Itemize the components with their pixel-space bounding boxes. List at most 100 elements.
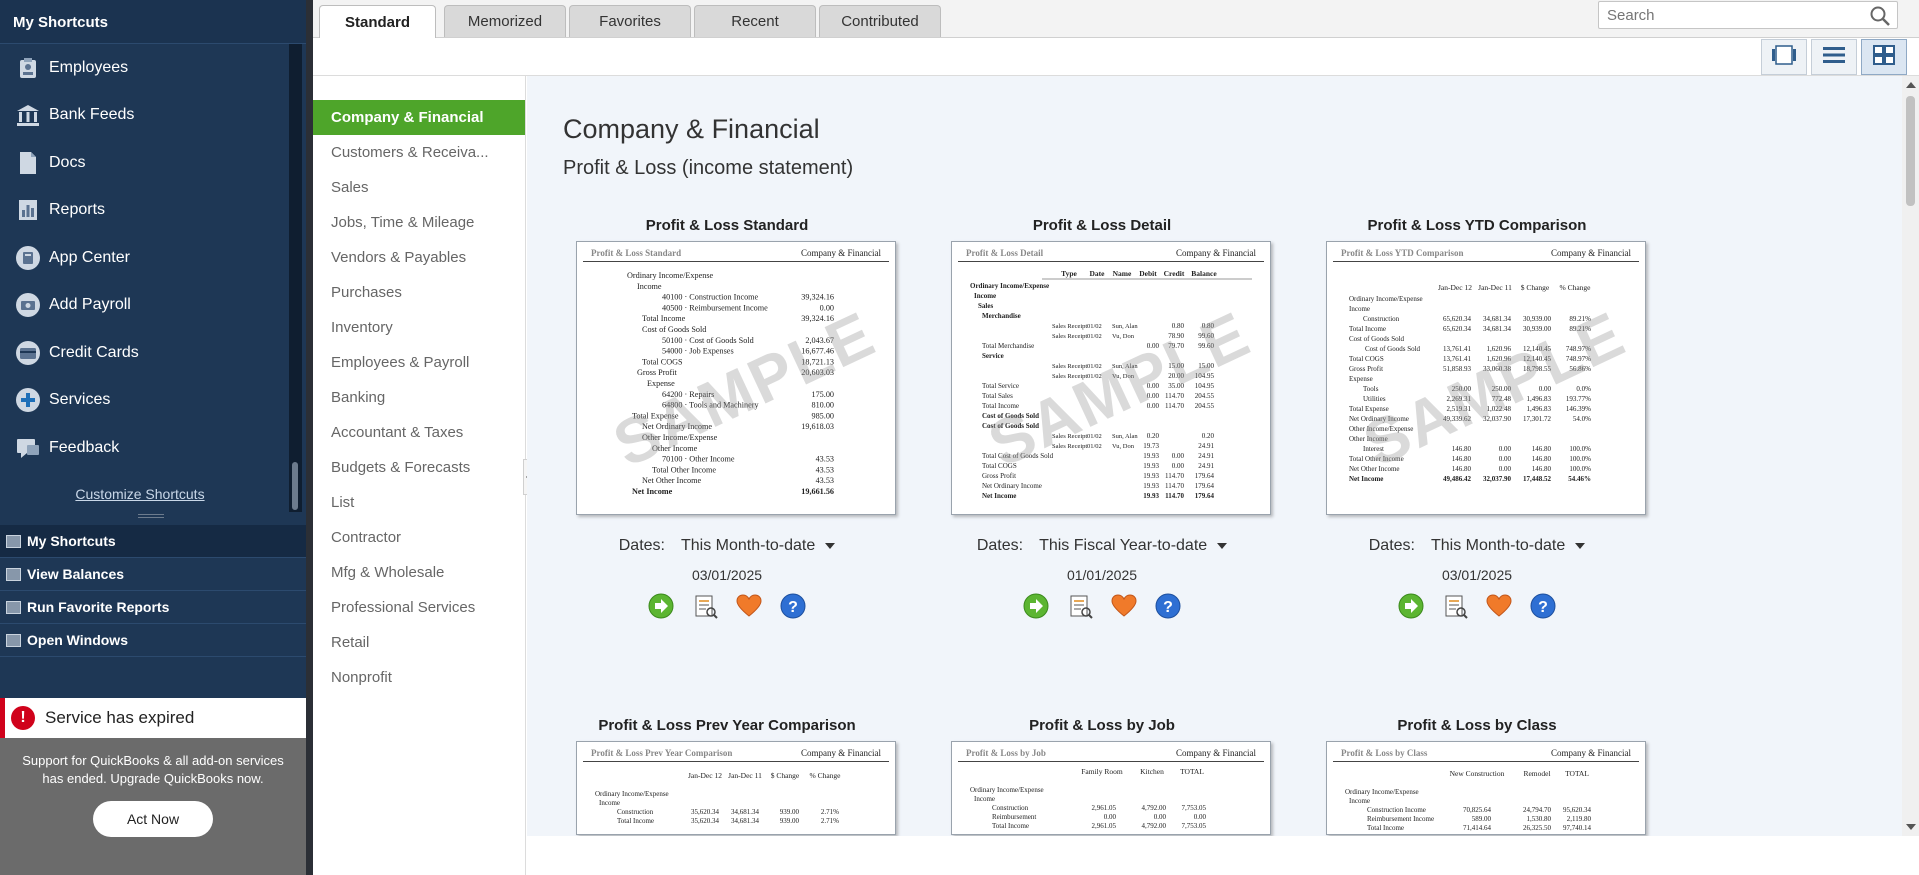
category-item[interactable]: Inventory: [313, 310, 525, 345]
thumb-row-label: Total Income: [1367, 824, 1404, 832]
thumb-cell: 32,037.90: [1483, 415, 1512, 423]
shortcut-bank-feeds[interactable]: Bank Feeds: [0, 92, 290, 140]
shortcut-employees[interactable]: Employees: [0, 44, 290, 92]
view-balances-icon: [6, 567, 21, 581]
thumb-cell: 146.80: [1452, 465, 1472, 473]
category-item[interactable]: Contractor: [313, 520, 525, 555]
category-item[interactable]: Customers & Receiva...: [313, 135, 525, 170]
category-item[interactable]: Budgets & Forecasts: [313, 450, 525, 485]
panel-resize-handle[interactable]: [0, 512, 306, 522]
thumb-row-label: Cost of Goods Sold: [1349, 335, 1405, 343]
favorite-button[interactable]: [1110, 592, 1138, 620]
help-button[interactable]: ?: [1154, 592, 1182, 620]
help-button[interactable]: ?: [779, 592, 807, 620]
scrollbar-thumb[interactable]: [292, 462, 298, 510]
category-item[interactable]: Jobs, Time & Mileage: [313, 205, 525, 240]
thumb-cell: 2,961.05: [1092, 804, 1117, 812]
list-view-button[interactable]: [1811, 39, 1857, 75]
report-info-button[interactable]: [1441, 592, 1469, 620]
grid-view-button[interactable]: [1861, 39, 1907, 75]
category-item[interactable]: Accountant & Taxes: [313, 415, 525, 450]
report-info-icon: [695, 595, 718, 619]
category-item[interactable]: List: [313, 485, 525, 520]
report-thumbnail[interactable]: Profit & Loss by Class Company & Financia…: [1326, 741, 1646, 835]
thumb-row-value: 175.00: [811, 390, 834, 399]
thumb-row-label: Net Income: [982, 492, 1016, 500]
favorite-button[interactable]: [1485, 592, 1513, 620]
category-item[interactable]: Nonprofit: [313, 660, 525, 695]
thumb-cell: 19.93: [1143, 482, 1159, 490]
thumb-row-label: Cost of Goods Sold: [1365, 345, 1421, 353]
report-actions: ?: [562, 592, 892, 620]
category-item[interactable]: Vendors & Payables: [313, 240, 525, 275]
search-input[interactable]: [1607, 3, 1867, 27]
dates-dropdown[interactable]: This Fiscal Year-to-date: [1039, 537, 1228, 555]
shortcut-label: Feedback: [49, 438, 120, 456]
shortcut-add-payroll[interactable]: Add Payroll: [0, 282, 290, 330]
report-card-pl-prev-year: Profit & Loss Prev Year Comparison Profi…: [562, 717, 896, 835]
nav-open-windows[interactable]: Open Windows: [0, 624, 306, 657]
thumb-report-name: Profit & Loss Detail: [966, 248, 1044, 258]
category-item[interactable]: Banking: [313, 380, 525, 415]
thumb-col-header: Name: [1113, 269, 1132, 278]
run-report-button[interactable]: [647, 592, 675, 620]
shortcut-app-center[interactable]: App Center: [0, 234, 290, 282]
thumb-preview: Family Room Kitchen TOTAL Ordinary Income/E…: [970, 767, 1207, 830]
thumb-cell: 19.93: [1143, 472, 1159, 480]
nav-run-favorite-reports[interactable]: Run Favorite Reports: [0, 591, 306, 624]
run-report-button[interactable]: [1397, 592, 1425, 620]
tab-memorized[interactable]: Memorized: [444, 5, 566, 37]
shortcut-services[interactable]: Services: [0, 377, 290, 425]
thumb-cell: 30,939.00: [1523, 325, 1552, 333]
shortcut-credit-cards[interactable]: Credit Cards: [0, 329, 290, 377]
category-item[interactable]: Purchases: [313, 275, 525, 310]
scroll-up-icon[interactable]: [1906, 82, 1916, 88]
report-thumbnail[interactable]: Profit & Loss Standard Company & Financia…: [576, 241, 896, 515]
report-thumbnail[interactable]: Profit & Loss by Job Company & Financial …: [951, 741, 1271, 835]
nav-my-shortcuts[interactable]: My Shortcuts: [0, 525, 306, 558]
help-button[interactable]: ?: [1529, 592, 1557, 620]
credit-card-icon: [15, 340, 41, 366]
thumb-cell: 33,060.38: [1483, 365, 1512, 373]
tab-favorites[interactable]: Favorites: [569, 5, 691, 37]
shortcut-docs[interactable]: Docs: [0, 139, 290, 187]
run-report-button[interactable]: [1022, 592, 1050, 620]
favorite-button[interactable]: [735, 592, 763, 620]
shortcut-feedback[interactable]: Feedback: [0, 424, 290, 472]
category-item[interactable]: Mfg & Wholesale: [313, 555, 525, 590]
dates-dropdown[interactable]: This Month-to-date: [1431, 537, 1586, 555]
shortcut-reports[interactable]: Reports: [0, 187, 290, 235]
customize-shortcuts-link[interactable]: Customize Shortcuts: [75, 486, 204, 502]
thumb-header: Profit & Loss by Class Company & Financia…: [1333, 742, 1639, 762]
category-item[interactable]: Employees & Payroll: [313, 345, 525, 380]
thumb-cell: Vu, Don: [1112, 443, 1135, 450]
tab-standard[interactable]: Standard: [319, 5, 436, 38]
report-thumbnail[interactable]: Profit & Loss YTD Comparison Company & Fi…: [1326, 241, 1646, 515]
search-icon[interactable]: [1869, 5, 1891, 32]
report-info-button[interactable]: [1066, 592, 1094, 620]
category-item[interactable]: Company & Financial: [313, 100, 525, 135]
category-item[interactable]: Sales: [313, 170, 525, 205]
scroll-down-icon[interactable]: [1906, 824, 1916, 830]
shortcuts-scrollbar[interactable]: [289, 44, 302, 512]
thumb-row-label: Ordinary Income/Expense: [627, 271, 714, 280]
tab-recent[interactable]: Recent: [694, 5, 816, 37]
heart-icon: [1486, 594, 1512, 617]
dates-dropdown[interactable]: This Month-to-date: [681, 537, 836, 555]
bottom-nav: My Shortcuts View Balances Run Favorite …: [0, 525, 306, 657]
report-info-button[interactable]: [691, 592, 719, 620]
category-item[interactable]: Retail: [313, 625, 525, 660]
thumb-row-label: Net Income: [1349, 475, 1383, 483]
report-info-icon: [1070, 595, 1093, 619]
report-tabs: Standard Memorized Favorites Recent Cont…: [313, 0, 1919, 38]
report-thumbnail[interactable]: Profit & Loss Prev Year Comparison Compan…: [576, 741, 896, 835]
thumb-row-label: Ordinary Income/Expense: [970, 282, 1049, 290]
category-item[interactable]: Professional Services: [313, 590, 525, 625]
carousel-view-button[interactable]: [1761, 39, 1807, 75]
nav-view-balances[interactable]: View Balances: [0, 558, 306, 591]
tab-contributed[interactable]: Contributed: [819, 5, 941, 37]
act-now-button[interactable]: Act Now: [93, 801, 213, 837]
report-thumbnail[interactable]: Profit & Loss Detail Company & Financial …: [951, 241, 1271, 515]
content-scrollbar[interactable]: [1902, 76, 1919, 836]
scrollbar-thumb[interactable]: [1906, 96, 1915, 206]
